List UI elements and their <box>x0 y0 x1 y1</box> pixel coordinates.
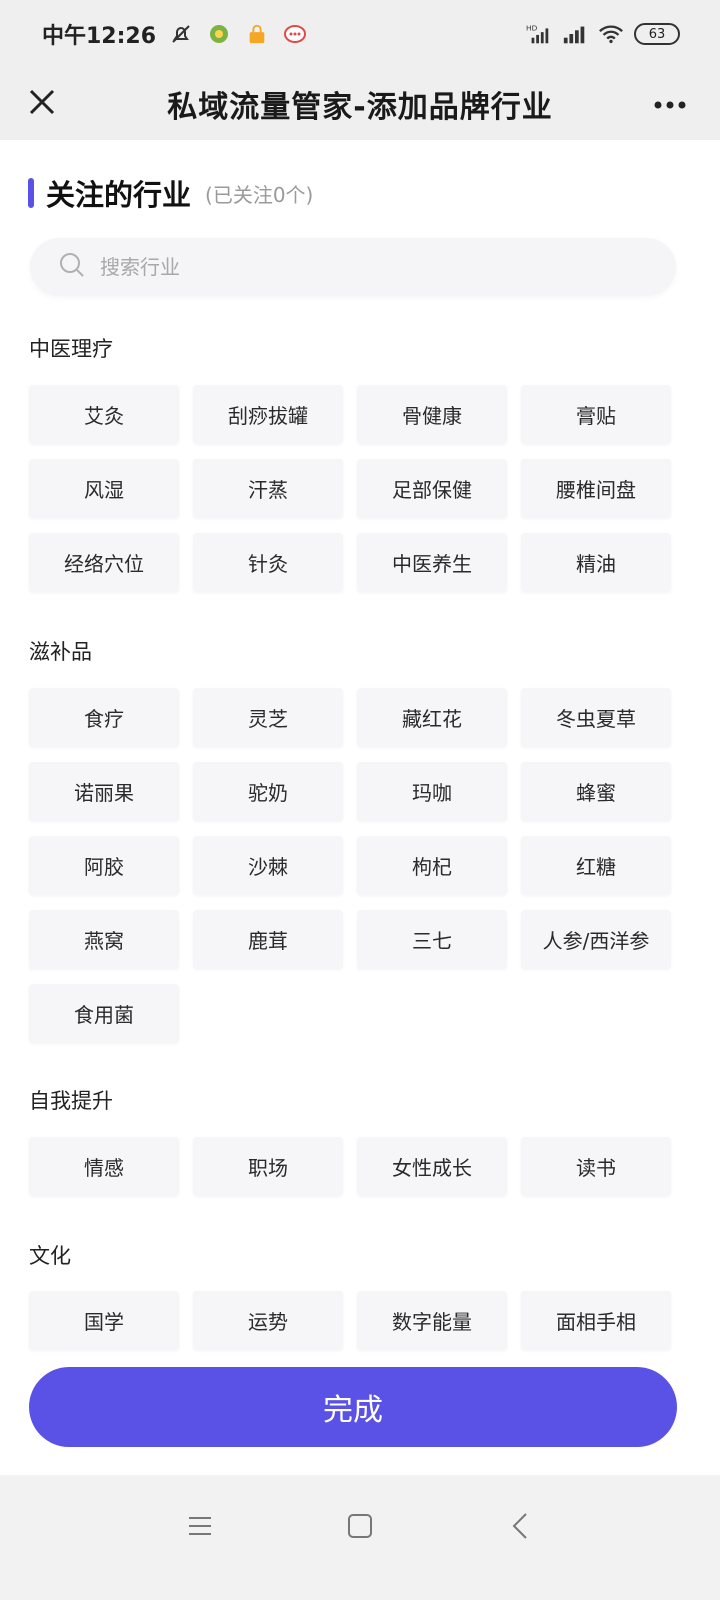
back-icon <box>510 1512 530 1544</box>
industry-chip[interactable]: 情感 <box>29 1137 179 1196</box>
industry-chip[interactable]: 鹿茸 <box>193 910 343 969</box>
search-input[interactable] <box>100 255 620 279</box>
category-label: 文化 <box>29 1244 71 1268</box>
more-button[interactable] <box>648 82 692 126</box>
industry-chip[interactable]: 枸杞 <box>357 836 507 895</box>
industry-chip[interactable]: 数字能量 <box>357 1291 507 1350</box>
industry-chip[interactable]: 阿胶 <box>29 836 179 895</box>
industry-chip[interactable]: 艾灸 <box>29 385 179 444</box>
app-notification-icon <box>206 21 232 47</box>
wifi-icon <box>598 21 624 47</box>
industry-chip[interactable]: 国学 <box>29 1291 179 1350</box>
status-left: 中午12:26 <box>42 18 308 50</box>
status-time: 中午12:26 <box>42 24 157 49</box>
industry-chip[interactable]: 诺丽果 <box>29 762 179 821</box>
industry-chip[interactable]: 蜂蜜 <box>521 762 671 821</box>
industry-chip[interactable]: 经络穴位 <box>29 533 179 592</box>
menu-button[interactable] <box>180 1508 220 1548</box>
accent-bar <box>28 178 34 208</box>
followed-count: (已关注0个) <box>205 182 314 207</box>
industry-chip[interactable]: 玛咖 <box>357 762 507 821</box>
hd-signal-icon: HD <box>526 21 552 47</box>
industry-chip[interactable]: 骨健康 <box>357 385 507 444</box>
close-button[interactable] <box>20 82 64 126</box>
section-header: 关注的行业 (已关注0个) <box>28 172 313 214</box>
menu-icon <box>187 1515 213 1541</box>
category-grid: 情感 职场 女性成长 读书 <box>29 1137 671 1196</box>
lock-app-icon <box>244 21 270 47</box>
title-bar: 私域流量管家-添加品牌行业 <box>0 68 720 140</box>
status-bar: 中午12:26 HD 63 <box>0 0 720 68</box>
industry-chip[interactable]: 运势 <box>193 1291 343 1350</box>
industry-chip[interactable]: 针灸 <box>193 533 343 592</box>
industry-chip[interactable]: 膏贴 <box>521 385 671 444</box>
industry-chip[interactable]: 女性成长 <box>357 1137 507 1196</box>
category-label: 自我提升 <box>29 1089 113 1113</box>
industry-chip[interactable]: 人参/西洋参 <box>521 910 671 969</box>
industry-chip[interactable]: 红糖 <box>521 836 671 895</box>
industry-chip[interactable]: 面相手相 <box>521 1291 671 1350</box>
industry-chip[interactable]: 风湿 <box>29 459 179 518</box>
section-title: 关注的行业 <box>46 178 192 212</box>
category-label: 中医理疗 <box>29 337 113 361</box>
home-icon <box>347 1513 373 1543</box>
industry-chip[interactable]: 食用菌 <box>29 984 179 1043</box>
industry-chip[interactable]: 燕窝 <box>29 910 179 969</box>
category-grid: 食疗 灵芝 藏红花 冬虫夏草 诺丽果 驼奶 玛咖 蜂蜜 阿胶 沙棘 枸杞 红糖 … <box>29 688 671 1043</box>
industry-chip[interactable]: 驼奶 <box>193 762 343 821</box>
industry-chip[interactable]: 三七 <box>357 910 507 969</box>
industry-chip[interactable]: 冬虫夏草 <box>521 688 671 747</box>
industry-chip[interactable]: 藏红花 <box>357 688 507 747</box>
mute-bell-icon <box>168 21 194 47</box>
chat-app-icon <box>282 21 308 47</box>
back-button[interactable] <box>500 1508 540 1548</box>
industry-chip[interactable]: 精油 <box>521 533 671 592</box>
search-box[interactable] <box>30 238 676 296</box>
industry-chip[interactable]: 腰椎间盘 <box>521 459 671 518</box>
industry-chip[interactable]: 灵芝 <box>193 688 343 747</box>
category-grid: 国学 运势 数字能量 面相手相 <box>29 1291 671 1350</box>
footer-area: 完成 <box>0 1365 720 1475</box>
industry-chip[interactable]: 沙棘 <box>193 836 343 895</box>
home-button[interactable] <box>340 1508 380 1548</box>
svg-text:HD: HD <box>526 23 538 32</box>
industry-chip[interactable]: 足部保健 <box>357 459 507 518</box>
category-label: 滋补品 <box>29 640 92 664</box>
more-icon <box>653 95 687 114</box>
category-grid: 艾灸 刮痧拔罐 骨健康 膏贴 风湿 汗蒸 足部保健 腰椎间盘 经络穴位 针灸 中… <box>29 385 671 592</box>
industry-chip[interactable]: 职场 <box>193 1137 343 1196</box>
industry-chip[interactable]: 读书 <box>521 1137 671 1196</box>
search-icon <box>58 251 86 283</box>
close-icon <box>27 87 57 121</box>
industry-chip[interactable]: 中医养生 <box>357 533 507 592</box>
status-right: HD 63 <box>526 21 680 47</box>
page-title: 私域流量管家-添加品牌行业 <box>167 90 553 125</box>
industry-chip[interactable]: 刮痧拔罐 <box>193 385 343 444</box>
battery-icon: 63 <box>634 23 680 45</box>
content-area[interactable]: 关注的行业 (已关注0个) 中医理疗 艾灸 刮痧拔罐 骨健康 膏贴 风湿 汗蒸 … <box>0 140 720 1365</box>
signal-icon <box>562 21 588 47</box>
industry-chip[interactable]: 食疗 <box>29 688 179 747</box>
done-button[interactable]: 完成 <box>29 1367 677 1447</box>
system-nav-bar <box>0 1475 720 1600</box>
industry-chip[interactable]: 汗蒸 <box>193 459 343 518</box>
